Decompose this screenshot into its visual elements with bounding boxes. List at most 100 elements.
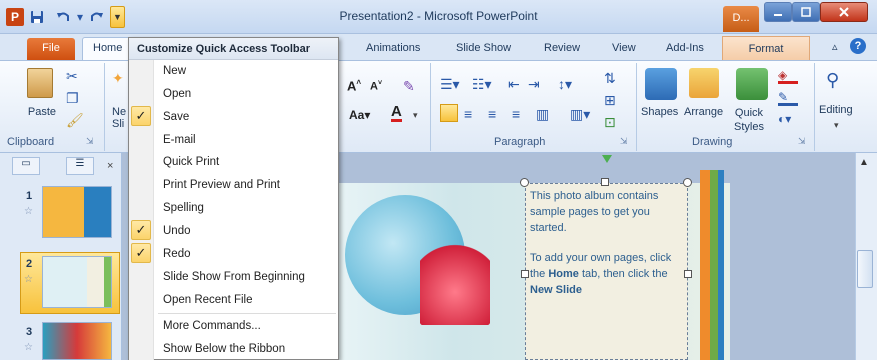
resize-handle[interactable] bbox=[521, 270, 529, 278]
outline-tab-icon[interactable]: ☰ bbox=[66, 157, 94, 175]
align-left-icon[interactable] bbox=[440, 104, 458, 122]
close-pane-icon[interactable]: × bbox=[107, 160, 113, 172]
font-color-dropdown-icon[interactable]: ▾ bbox=[413, 110, 418, 121]
tab-slide-show[interactable]: Slide Show bbox=[456, 42, 511, 54]
shapes-icon[interactable] bbox=[645, 68, 677, 100]
slide-thumbnail-1[interactable] bbox=[42, 186, 112, 238]
menu-item-spelling[interactable]: Spelling bbox=[163, 202, 204, 214]
menu-item-undo[interactable]: Undo bbox=[163, 225, 191, 237]
new-slide-icon[interactable]: ✦ bbox=[112, 70, 124, 87]
slide-thumbnail-2[interactable] bbox=[42, 256, 112, 308]
binoculars-icon[interactable]: ⚲ bbox=[826, 70, 839, 91]
rotation-handle-icon[interactable] bbox=[602, 155, 612, 163]
clear-formatting-icon[interactable]: ✎ bbox=[403, 78, 415, 95]
flask-photo[interactable] bbox=[420, 215, 490, 325]
align-right-icon[interactable]: ≡ bbox=[488, 106, 496, 122]
tab-view[interactable]: View bbox=[612, 42, 636, 54]
tab-home[interactable]: Home bbox=[82, 37, 132, 60]
copy-icon[interactable]: ❐ bbox=[66, 90, 79, 107]
line-spacing-icon[interactable]: ↕▾ bbox=[558, 76, 572, 93]
slide-number: 2 bbox=[26, 258, 33, 270]
customize-qat-menu bbox=[128, 37, 339, 360]
increase-indent-icon[interactable]: ⇥ bbox=[528, 76, 540, 93]
text-box-paragraph-1: This photo album contains sample pages t… bbox=[530, 190, 659, 234]
shapes-button-label[interactable]: Shapes bbox=[641, 106, 678, 118]
menu-item-save[interactable]: Save bbox=[163, 111, 189, 123]
group-separator bbox=[430, 63, 431, 151]
menu-item-open-recent-file[interactable]: Open Recent File bbox=[163, 294, 253, 306]
tab-file[interactable]: File bbox=[27, 38, 75, 60]
menu-item-new[interactable]: New bbox=[163, 65, 186, 77]
orange-stripe bbox=[700, 170, 710, 360]
maximize-icon[interactable] bbox=[792, 2, 820, 22]
drawing-tools-context-tab[interactable]: D... bbox=[723, 6, 759, 32]
group-separator bbox=[636, 63, 637, 151]
tab-animations[interactable]: Animations bbox=[366, 42, 420, 54]
blue-stripe bbox=[718, 170, 724, 360]
quick-styles-icon[interactable] bbox=[736, 68, 768, 100]
change-case-icon[interactable]: Aa▾ bbox=[349, 108, 370, 122]
shape-effects-icon[interactable]: ◐▾ bbox=[778, 112, 791, 126]
shrink-font-icon[interactable]: A˅ bbox=[370, 80, 382, 93]
tab-format[interactable]: Format bbox=[722, 36, 810, 60]
shape-outline-icon[interactable]: ✎ bbox=[778, 90, 798, 106]
columns-icon[interactable]: ▥ bbox=[536, 106, 549, 123]
menu-item-more-commands[interactable]: More Commands... bbox=[163, 320, 261, 332]
cut-icon[interactable]: ✂ bbox=[66, 68, 78, 85]
slide-number: 3 bbox=[26, 326, 33, 338]
align-center-icon[interactable]: ≡ bbox=[464, 106, 472, 122]
help-icon[interactable]: ? bbox=[850, 38, 866, 54]
menu-item-show-below-ribbon[interactable]: Show Below the Ribbon bbox=[163, 343, 285, 355]
grow-font-icon[interactable]: A˄ bbox=[347, 78, 361, 93]
resize-handle[interactable] bbox=[683, 178, 692, 187]
numbering-icon[interactable]: ☷▾ bbox=[472, 76, 492, 93]
scroll-up-icon[interactable]: ▲ bbox=[859, 157, 869, 168]
menu-gutter bbox=[129, 60, 154, 360]
slides-tab-icon[interactable]: ▭ bbox=[12, 157, 40, 175]
resize-handle[interactable] bbox=[684, 270, 692, 278]
font-color-icon[interactable]: A bbox=[391, 104, 402, 122]
tab-review[interactable]: Review bbox=[544, 42, 580, 54]
menu-item-slide-show-beginning[interactable]: Slide Show From Beginning bbox=[163, 271, 305, 283]
paragraph-launcher-icon[interactable]: ⇲ bbox=[620, 136, 628, 147]
editing-button-label[interactable]: Editing bbox=[819, 104, 853, 116]
arrange-icon[interactable] bbox=[689, 68, 719, 98]
menu-item-redo[interactable]: Redo bbox=[163, 248, 191, 260]
group-separator bbox=[814, 63, 815, 151]
decrease-indent-icon[interactable]: ⇤ bbox=[508, 76, 520, 93]
menu-item-print-preview[interactable]: Print Preview and Print bbox=[163, 179, 280, 191]
drawing-launcher-icon[interactable]: ⇲ bbox=[798, 136, 806, 147]
columns-dropdown-icon[interactable]: ▥▾ bbox=[570, 106, 590, 123]
slide-text-box[interactable]: This photo album contains sample pages t… bbox=[525, 183, 688, 360]
editing-dropdown-icon[interactable]: ▾ bbox=[834, 120, 839, 131]
clipboard-launcher-icon[interactable]: ⇲ bbox=[86, 136, 94, 147]
text-direction-icon[interactable]: ⇅ bbox=[604, 70, 616, 87]
tab-add-ins[interactable]: Add-Ins bbox=[666, 42, 704, 54]
slide-thumbnail-3[interactable] bbox=[42, 322, 112, 360]
minimize-icon[interactable] bbox=[764, 2, 792, 22]
smartart-icon[interactable]: ⊡ bbox=[604, 114, 616, 131]
shape-fill-icon[interactable]: ◈ bbox=[778, 68, 798, 84]
resize-handle[interactable] bbox=[520, 178, 529, 187]
scrollbar-thumb[interactable] bbox=[857, 250, 873, 288]
paste-button-label[interactable]: Paste bbox=[27, 106, 57, 118]
resize-handle[interactable] bbox=[601, 178, 609, 186]
text-box-paragraph-2: To add your own pages, click the Home ta… bbox=[530, 252, 672, 296]
menu-separator bbox=[158, 313, 336, 314]
paste-icon[interactable] bbox=[27, 68, 53, 98]
format-painter-icon[interactable]: 🖌 bbox=[66, 112, 84, 129]
menu-item-email[interactable]: E-mail bbox=[163, 134, 196, 146]
align-text-icon[interactable]: ⊞ bbox=[604, 92, 616, 109]
quick-styles-button-label[interactable]: Quick Styles bbox=[734, 106, 764, 134]
menu-item-open[interactable]: Open bbox=[163, 88, 191, 100]
justify-icon[interactable]: ≡ bbox=[512, 106, 520, 122]
bullets-icon[interactable]: ☰▾ bbox=[440, 76, 460, 93]
group-label-clipboard: Clipboard bbox=[7, 136, 55, 148]
minimize-ribbon-icon[interactable]: ▵ bbox=[832, 40, 838, 53]
arrange-button-label[interactable]: Arrange bbox=[684, 106, 723, 118]
menu-item-quick-print[interactable]: Quick Print bbox=[163, 156, 219, 168]
close-icon[interactable] bbox=[820, 2, 868, 22]
checkmark-icon: ✓ bbox=[131, 243, 151, 263]
group-label-paragraph: Paragraph bbox=[494, 136, 546, 148]
transition-star-icon: ☆ bbox=[24, 274, 33, 285]
